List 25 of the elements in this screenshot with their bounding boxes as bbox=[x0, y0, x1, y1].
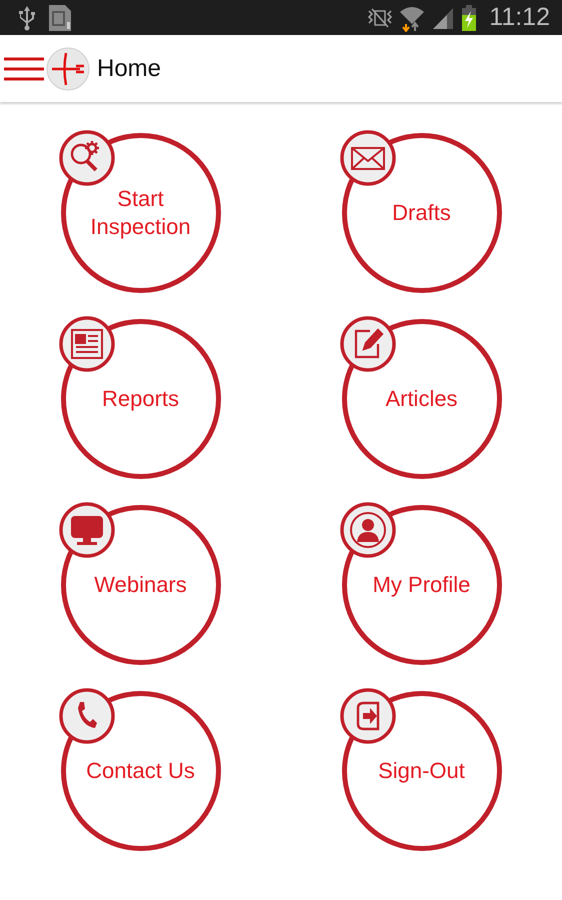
document-icon bbox=[59, 316, 115, 372]
usb-icon bbox=[18, 4, 36, 30]
sd-card-icon bbox=[48, 4, 72, 32]
menu-tile[interactable]: Reports bbox=[60, 319, 220, 479]
menu-tile[interactable]: Sign-Out bbox=[342, 691, 502, 851]
menu-tile[interactable]: Start Inspection bbox=[60, 133, 220, 293]
monitor-icon bbox=[59, 502, 115, 558]
menu-tile[interactable]: Contact Us bbox=[60, 691, 220, 851]
menu-tile[interactable]: My Profile bbox=[342, 505, 502, 665]
menu-icon[interactable] bbox=[4, 56, 44, 82]
menu-tile[interactable]: Articles bbox=[342, 319, 502, 479]
menu-tile[interactable]: Webinars bbox=[60, 505, 220, 665]
signal-icon bbox=[431, 6, 456, 30]
battery-icon bbox=[461, 4, 478, 32]
envelope-icon bbox=[340, 130, 396, 186]
logo-icon[interactable] bbox=[46, 46, 90, 90]
menu-tile[interactable]: Drafts bbox=[342, 133, 502, 293]
person-icon bbox=[340, 502, 396, 558]
app-title: Home bbox=[97, 54, 162, 82]
exit-icon bbox=[340, 688, 396, 744]
status-time: 11:12 bbox=[489, 3, 550, 32]
pencil-note-icon bbox=[340, 316, 396, 372]
vibrate-icon bbox=[367, 8, 394, 28]
phone-icon bbox=[59, 688, 115, 744]
search-gear-icon bbox=[59, 130, 115, 186]
